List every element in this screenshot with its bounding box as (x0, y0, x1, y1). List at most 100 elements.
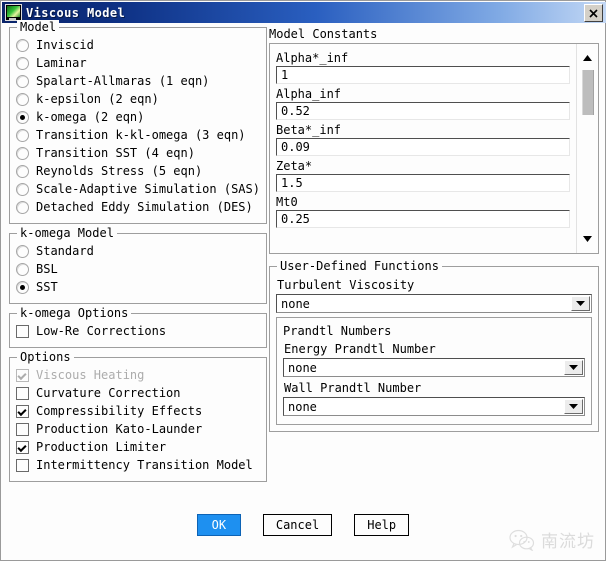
model-option-7[interactable]: Reynolds Stress (5 eqn) (16, 163, 260, 180)
constant-label-3: Zeta* (276, 159, 313, 173)
close-icon[interactable] (584, 4, 603, 22)
options-option-4[interactable]: Production Limiter (16, 439, 260, 456)
radio-button-icon[interactable] (16, 39, 29, 52)
chevron-down-icon[interactable] (564, 399, 583, 414)
model-option-label: Reynolds Stress (5 eqn) (36, 164, 203, 178)
checkbox-icon[interactable] (16, 423, 29, 436)
wechat-logo-icon (509, 529, 535, 551)
model-option-label: Transition SST (4 eqn) (36, 146, 195, 160)
radio-button-icon[interactable] (16, 183, 29, 196)
prandtl-numbers-group: Prandtl Numbers Energy Prandtl Number no… (276, 317, 592, 425)
energy-prandtl-select[interactable]: none (283, 358, 585, 377)
checkbox-icon[interactable] (16, 387, 29, 400)
energy-prandtl-value: none (288, 360, 317, 375)
wall-prandtl-label: Wall Prandtl Number (284, 381, 422, 395)
komega-options-group-legend: k-omega Options (17, 306, 132, 320)
constant-input-3[interactable]: 1.5 (276, 174, 570, 192)
radio-button-icon[interactable] (16, 93, 29, 106)
constant-input-2[interactable]: 0.09 (276, 138, 570, 156)
ok-button[interactable]: OK (196, 514, 241, 536)
radio-button-icon[interactable] (16, 245, 29, 258)
checkbox-icon (16, 369, 29, 382)
model-constants-scrollbar[interactable] (576, 44, 598, 253)
scroll-up-arrow-icon[interactable] (577, 50, 598, 66)
chevron-down-glyph (576, 301, 585, 306)
chevron-down-icon[interactable] (571, 296, 590, 311)
model-option-label: Detached Eddy Simulation (DES) (36, 200, 253, 214)
model-option-4[interactable]: k-omega (2 eqn) (16, 109, 260, 126)
komega-model-option-0[interactable]: Standard (16, 243, 260, 260)
model-option-label: k-omega (2 eqn) (36, 110, 145, 124)
turbulent-viscosity-value: none (281, 296, 310, 311)
options-option-label: Production Kato-Launder (36, 422, 203, 436)
watermark: 南流坊 (509, 527, 595, 552)
chevron-down-icon[interactable] (564, 360, 583, 375)
chevron-down-glyph (569, 365, 578, 370)
komega-model-option-2[interactable]: SST (16, 279, 260, 296)
checkbox-icon[interactable] (16, 459, 29, 472)
komega-model-group: k-omega Model Standard BSL SST (9, 226, 267, 304)
radio-button-icon[interactable] (16, 129, 29, 142)
radio-button-icon[interactable] (16, 111, 29, 124)
options-option-3[interactable]: Production Kato-Launder (16, 421, 260, 438)
constant-label-2: Beta*_inf (276, 123, 342, 137)
title-bar[interactable]: Viscous Model (2, 2, 606, 23)
model-option-label: Inviscid (36, 38, 94, 52)
model-group: Model Inviscid Laminar Spalart-Allmaras (1… (9, 20, 267, 224)
constant-input-4[interactable]: 0.25 (276, 210, 570, 228)
options-option-label: Viscous Heating (36, 368, 145, 382)
radio-button-icon[interactable] (16, 281, 29, 294)
scroll-up-glyph (583, 55, 592, 61)
checkbox-icon[interactable] (16, 325, 29, 338)
komega-model-radio-list: Standard BSL SST (16, 240, 260, 296)
chevron-down-glyph (569, 404, 578, 409)
model-constants-title: Model Constants (269, 27, 378, 41)
constant-input-1[interactable]: 0.52 (276, 102, 570, 120)
wall-prandtl-value: none (288, 399, 317, 414)
komega-options-option-0[interactable]: Low-Re Corrections (16, 323, 260, 340)
radio-button-icon[interactable] (16, 201, 29, 214)
close-x-glyph (589, 8, 598, 18)
options-option-2[interactable]: Compressibility Effects (16, 403, 260, 420)
options-check-list: Viscous Heating Curvature Correction Compr… (16, 364, 260, 474)
help-button[interactable]: Help (354, 514, 410, 536)
scroll-down-arrow-icon[interactable] (577, 231, 598, 247)
turbulent-viscosity-select[interactable]: none (276, 294, 592, 313)
radio-button-icon[interactable] (16, 147, 29, 160)
komega-options-group: k-omega Options Low-Re Corrections (9, 306, 267, 348)
model-option-label: k-epsilon (2 eqn) (36, 92, 159, 106)
options-option-1[interactable]: Curvature Correction (16, 385, 260, 402)
model-option-label: Scale-Adaptive Simulation (SAS) (36, 182, 260, 196)
constant-input-0[interactable]: 1 (276, 66, 570, 84)
scrollbar-thumb[interactable] (582, 70, 594, 115)
model-option-1[interactable]: Laminar (16, 55, 260, 72)
wall-prandtl-select[interactable]: none (283, 397, 585, 416)
komega-options-check-list: Low-Re Corrections (16, 320, 260, 340)
radio-button-icon[interactable] (16, 263, 29, 276)
cancel-button[interactable]: Cancel (262, 514, 333, 536)
model-option-label: Transition k-kl-omega (3 eqn) (36, 128, 246, 142)
constant-label-0: Alpha*_inf (276, 51, 349, 65)
turbulent-viscosity-label: Turbulent Viscosity (277, 278, 415, 292)
radio-button-icon[interactable] (16, 165, 29, 178)
model-option-0[interactable]: Inviscid (16, 37, 260, 54)
komega-model-option-1[interactable]: BSL (16, 261, 260, 278)
checkbox-icon[interactable] (16, 441, 29, 454)
model-option-2[interactable]: Spalart-Allmaras (1 eqn) (16, 73, 260, 90)
options-option-label: Intermittency Transition Model (36, 458, 253, 472)
model-option-5[interactable]: Transition k-kl-omega (3 eqn) (16, 127, 260, 144)
options-option-label: Curvature Correction (36, 386, 181, 400)
model-option-9[interactable]: Detached Eddy Simulation (DES) (16, 199, 260, 216)
model-constants-panel: Alpha*_inf 1 Alpha_inf 0.52 Beta*_inf 0.09 Zet… (269, 43, 599, 254)
model-option-8[interactable]: Scale-Adaptive Simulation (SAS) (16, 181, 260, 198)
checkbox-icon[interactable] (16, 405, 29, 418)
prandtl-numbers-legend: Prandtl Numbers (283, 324, 392, 338)
radio-button-icon[interactable] (16, 57, 29, 70)
radio-button-icon[interactable] (16, 75, 29, 88)
options-option-label: Compressibility Effects (36, 404, 203, 418)
options-option-5[interactable]: Intermittency Transition Model (16, 457, 260, 474)
komega-model-option-label: BSL (36, 262, 58, 276)
model-option-3[interactable]: k-epsilon (2 eqn) (16, 91, 260, 108)
model-option-6[interactable]: Transition SST (4 eqn) (16, 145, 260, 162)
options-group: Options Viscous Heating Curvature Correct… (9, 350, 267, 482)
